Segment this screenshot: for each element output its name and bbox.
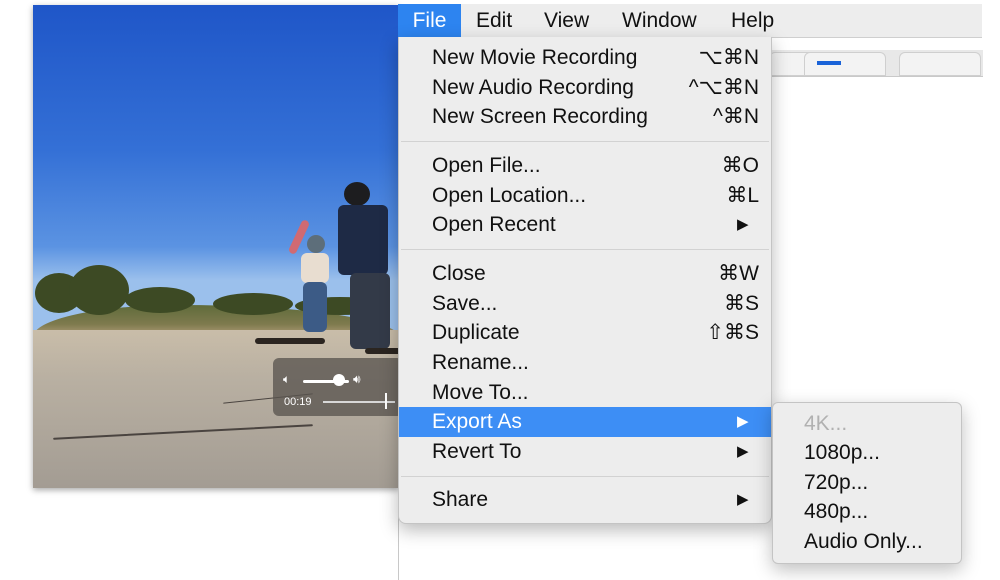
menu-separator (401, 249, 769, 250)
playhead[interactable] (384, 393, 387, 409)
speaker-low-icon[interactable]: 🔈︎ (283, 372, 290, 387)
menu-separator (401, 476, 769, 477)
menu-item-label: Open File... (432, 154, 541, 177)
tree (69, 265, 129, 315)
menu-item-label: Open Recent (432, 213, 556, 236)
menu-item-close[interactable]: Close ⌘W (399, 259, 771, 289)
menu-item-open-location[interactable]: Open Location... ⌘L (399, 181, 771, 211)
skater-legs (303, 282, 327, 332)
menu-edit[interactable]: Edit (476, 4, 512, 37)
menu-file[interactable]: File (398, 4, 461, 37)
menu-item-label: Rename... (432, 351, 529, 374)
menu-item-save[interactable]: Save... ⌘S (399, 289, 771, 319)
submenu-item-480p[interactable]: 480p... (804, 497, 868, 527)
menu-item-label: New Screen Recording (432, 105, 648, 128)
export-submenu: 4K... 1080p... 720p... 480p... Audio Onl… (772, 402, 962, 564)
submenu-item-4k: 4K... (804, 412, 848, 435)
menu-separator (401, 141, 769, 142)
file-menu: New Movie Recording ⌥⌘N New Audio Record… (398, 37, 772, 524)
menu-item-shortcut: ⌘L (726, 184, 759, 207)
speaker-high-icon[interactable]: 🔊︎ (353, 372, 361, 387)
menu-item-label: Move To... (432, 381, 529, 404)
menu-item-shortcut: ⌘W (718, 262, 759, 285)
submenu-arrow-icon: ▶ (737, 216, 749, 233)
elapsed-time: 00:19 (284, 396, 312, 408)
volume-knob[interactable] (332, 374, 345, 386)
menu-view[interactable]: View (544, 4, 589, 37)
skateboard (365, 348, 399, 354)
tab[interactable] (899, 52, 981, 76)
menu-item-export-as[interactable]: Export As ▶ (399, 407, 771, 437)
skater-arm (287, 218, 311, 256)
submenu-arrow-icon: ▶ (737, 491, 749, 508)
submenu-arrow-icon: ▶ (737, 413, 749, 430)
menu-item-shortcut: ⌘S (723, 292, 759, 315)
menu-item-shortcut: ⌘O (721, 154, 759, 177)
menu-item-move-to[interactable]: Move To... (399, 378, 771, 408)
menu-item-new-audio-recording[interactable]: New Audio Recording ^⌥⌘N (399, 73, 771, 103)
skater-legs (350, 273, 390, 349)
menu-item-shortcut: ⇧⌘S (706, 321, 759, 344)
submenu-item-audio-only[interactable]: Audio Only... (804, 527, 923, 557)
menu-item-shortcut: ^⌥⌘N (688, 76, 759, 99)
menu-item-revert-to[interactable]: Revert To ▶ (399, 437, 771, 467)
skateboard (255, 338, 325, 344)
menu-item-label: Share (432, 488, 489, 511)
menu-item-new-movie-recording[interactable]: New Movie Recording ⌥⌘N (399, 43, 771, 73)
menu-bar: File Edit View Window Help (398, 4, 982, 38)
menu-item-shortcut: ^⌘N (712, 105, 759, 128)
tab[interactable] (804, 52, 886, 76)
menu-item-shortcut: ⌥⌘N (698, 46, 759, 69)
tab-indicator (817, 61, 841, 65)
menu-item-new-screen-recording[interactable]: New Screen Recording ^⌘N (399, 102, 771, 132)
submenu-item-1080p[interactable]: 1080p... (804, 438, 880, 468)
menu-window[interactable]: Window (622, 4, 697, 37)
tree (213, 293, 293, 315)
menu-item-share[interactable]: Share ▶ (399, 485, 771, 515)
menu-help[interactable]: Help (731, 4, 774, 37)
submenu-item-720p[interactable]: 720p... (804, 468, 868, 498)
menu-item-rename[interactable]: Rename... (399, 348, 771, 378)
submenu-arrow-icon: ▶ (737, 443, 749, 460)
menu-item-open-recent[interactable]: Open Recent ▶ (399, 210, 771, 240)
menu-item-open-file[interactable]: Open File... ⌘O (399, 151, 771, 181)
tree (125, 287, 195, 313)
playback-controls[interactable]: 🔈︎ 🔊︎ 00:19 (273, 358, 403, 416)
menu-item-label: Save... (432, 292, 498, 315)
menu-item-duplicate[interactable]: Duplicate ⇧⌘S (399, 318, 771, 348)
menu-item-label: New Audio Recording (432, 76, 634, 99)
menu-item-label: Open Location... (432, 184, 587, 207)
skater-helmet (307, 235, 325, 253)
skater-torso (301, 253, 329, 283)
menu-item-label: Duplicate (432, 321, 520, 344)
skater-torso (338, 205, 388, 275)
menu-item-label: New Movie Recording (432, 46, 638, 69)
menu-item-label: Close (432, 262, 486, 285)
menu-item-label: Export As (432, 410, 522, 433)
skater-helmet (344, 182, 370, 206)
menu-item-label: Revert To (432, 440, 522, 463)
